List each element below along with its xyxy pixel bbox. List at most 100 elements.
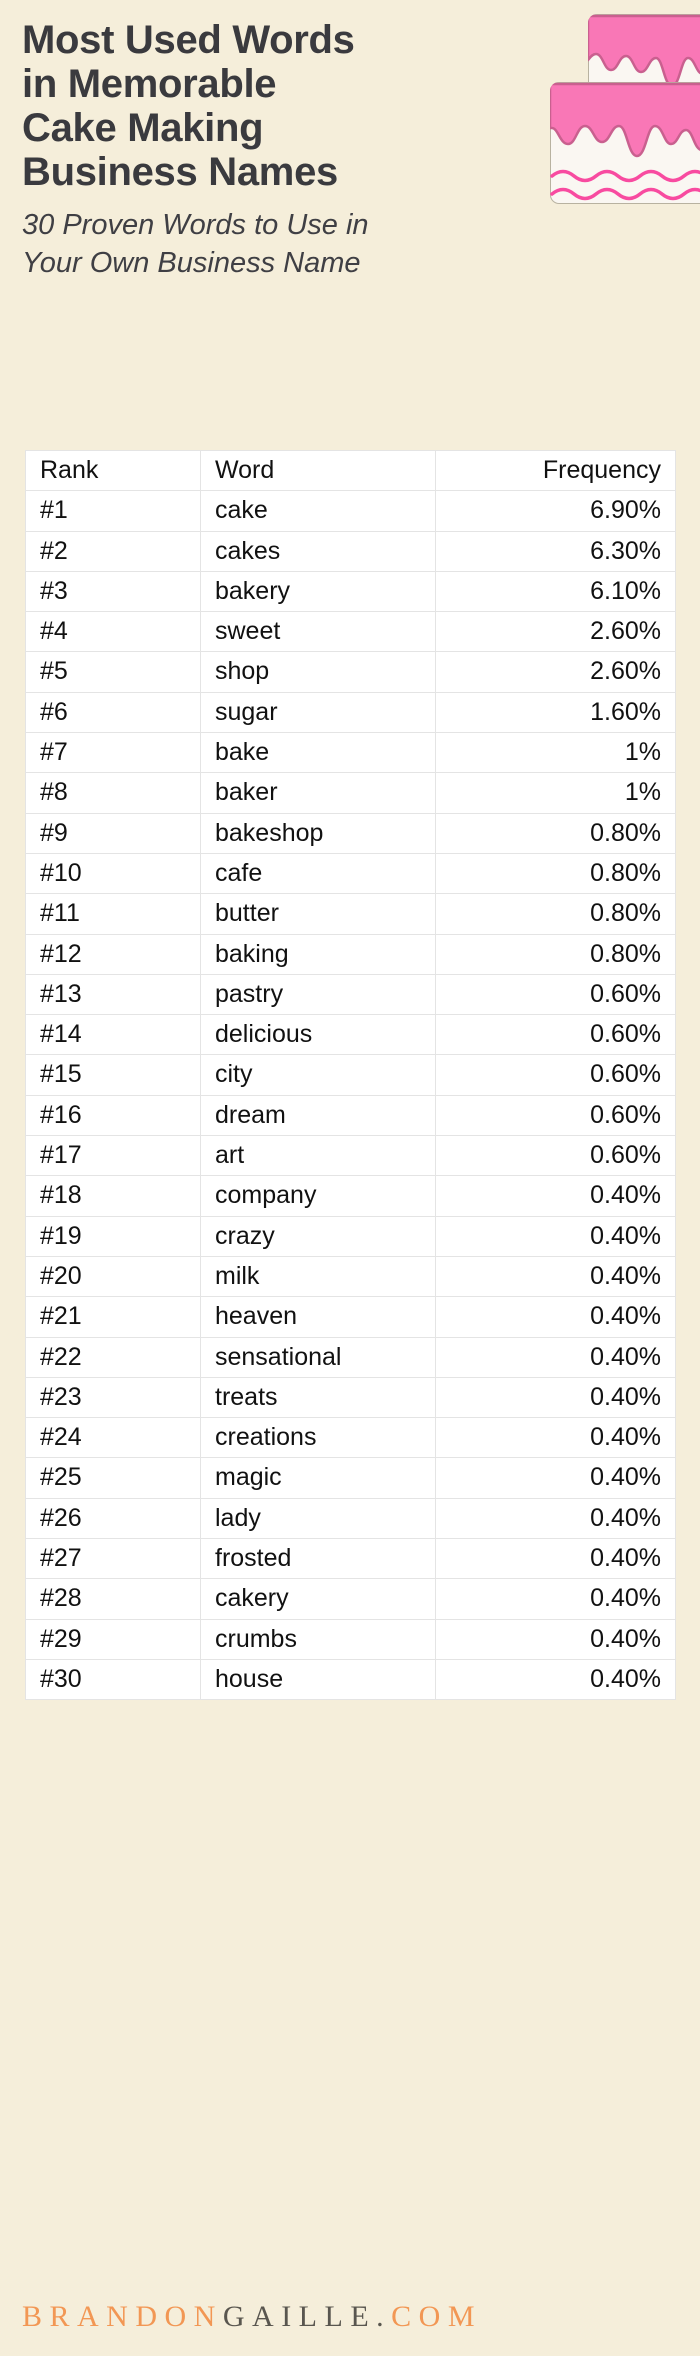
cell-word: crazy (200, 1215, 436, 1257)
table-row: #26 lady 0.40% (25, 1497, 676, 1540)
table-row: #11 butter 0.80% (25, 893, 676, 935)
cell-frequency: 0.80% (435, 812, 676, 854)
cell-rank: #15 (25, 1054, 201, 1096)
cell-rank: #9 (25, 812, 201, 854)
cell-rank: #24 (25, 1417, 201, 1459)
table-row: #14 delicious 0.60% (25, 1014, 676, 1056)
cell-rank: #13 (25, 973, 201, 1016)
cell-rank: #2 (25, 530, 201, 572)
cell-frequency: 0.80% (435, 933, 676, 975)
cell-frequency: 0.40% (435, 1618, 676, 1660)
table-row: #30 house 0.40% (25, 1658, 676, 1701)
cell-word: art (200, 1135, 436, 1177)
cell-word: cakes (200, 530, 436, 572)
cell-word: butter (200, 893, 436, 935)
cell-frequency: 0.40% (435, 1457, 676, 1499)
table-row: #1 cake 6.90% (25, 490, 676, 532)
cell-frequency: 1.60% (435, 691, 676, 734)
cell-word: treats (200, 1376, 436, 1419)
cell-word: crumbs (200, 1618, 436, 1660)
table-row: #27 frosted 0.40% (25, 1538, 676, 1580)
cell-rank: #26 (25, 1497, 201, 1540)
page-title-line-2: in Memorable (22, 62, 277, 106)
table-row: #4 sweet 2.60% (25, 611, 676, 653)
brand-part-brandon: BRANDON (22, 2300, 223, 2333)
cell-rank: #4 (25, 611, 201, 653)
table-row: #23 treats 0.40% (25, 1376, 676, 1419)
table-row: #19 crazy 0.40% (25, 1215, 676, 1257)
cell-word: bakery (200, 570, 436, 613)
cell-word: dream (200, 1094, 436, 1137)
cell-frequency: 0.40% (435, 1255, 676, 1298)
table-row: #25 magic 0.40% (25, 1457, 676, 1499)
cell-word: city (200, 1054, 436, 1096)
table-header-row: Rank Word Frequency (25, 449, 676, 492)
cell-rank: #28 (25, 1578, 201, 1620)
cell-rank: #20 (25, 1255, 201, 1298)
cell-frequency: 0.40% (435, 1376, 676, 1419)
table-row: #15 city 0.60% (25, 1054, 676, 1096)
layered-cake-icon (540, 14, 700, 204)
header: Most Used Words in Memorable Cake Making… (0, 0, 700, 300)
word-frequency-table: Rank Word Frequency #1 cake 6.90% #2 cakes 6.… (25, 449, 676, 1701)
cell-frequency: 0.40% (435, 1658, 676, 1701)
cell-rank: #19 (25, 1215, 201, 1257)
cell-word: frosted (200, 1538, 436, 1580)
cell-rank: #21 (25, 1296, 201, 1338)
cell-frequency: 1% (435, 732, 676, 774)
cell-rank: #18 (25, 1175, 201, 1217)
cell-word: baker (200, 772, 436, 814)
cell-word: sensational (200, 1336, 436, 1378)
cell-word: bakeshop (200, 812, 436, 854)
cell-frequency: 0.40% (435, 1296, 676, 1338)
page-subtitle-line-1: 30 Proven Words to Use in (22, 209, 369, 241)
cell-rank: #1 (25, 490, 201, 532)
cell-word: heaven (200, 1296, 436, 1338)
cell-word: sugar (200, 691, 436, 734)
table-row: #7 bake 1% (25, 732, 676, 774)
cell-frequency: 0.40% (435, 1336, 676, 1378)
column-header-frequency: Frequency (435, 449, 676, 492)
cell-frequency: 1% (435, 772, 676, 814)
cell-word: magic (200, 1457, 436, 1499)
cell-word: delicious (200, 1014, 436, 1056)
cell-word: house (200, 1658, 436, 1701)
table-row: #20 milk 0.40% (25, 1255, 676, 1298)
brand-part-com: COM (391, 2300, 483, 2333)
page-title-line-3: Cake Making (22, 106, 264, 150)
page-title-line-1: Most Used Words (22, 18, 355, 62)
cell-word: cafe (200, 852, 436, 895)
cell-rank: #17 (25, 1135, 201, 1177)
table-row: #9 bakeshop 0.80% (25, 812, 676, 854)
cell-frequency: 0.60% (435, 1014, 676, 1056)
cell-frequency: 6.30% (435, 530, 676, 572)
table-row: #2 cakes 6.30% (25, 530, 676, 572)
cell-frequency: 6.10% (435, 570, 676, 613)
table-row: #3 bakery 6.10% (25, 570, 676, 613)
cell-word: milk (200, 1255, 436, 1298)
cell-word: lady (200, 1497, 436, 1540)
cell-frequency: 0.40% (435, 1578, 676, 1620)
cell-rank: #6 (25, 691, 201, 734)
cell-frequency: 0.60% (435, 1054, 676, 1096)
cell-frequency: 2.60% (435, 611, 676, 653)
table-row: #22 sensational 0.40% (25, 1336, 676, 1378)
cell-frequency: 0.60% (435, 1094, 676, 1137)
cell-frequency: 6.90% (435, 490, 676, 532)
column-header-word: Word (200, 449, 436, 492)
cell-word: sweet (200, 611, 436, 653)
cell-word: company (200, 1175, 436, 1217)
table-row: #17 art 0.60% (25, 1135, 676, 1177)
cell-frequency: 0.40% (435, 1497, 676, 1540)
table-row: #5 shop 2.60% (25, 651, 676, 693)
cell-frequency: 0.60% (435, 1135, 676, 1177)
cell-frequency: 0.40% (435, 1417, 676, 1459)
site-branding: BRANDONGAILLE.COM (22, 2300, 682, 2334)
word-frequency-table-container: Rank Word Frequency #1 cake 6.90% #2 cakes 6.… (25, 449, 676, 1701)
cell-frequency: 0.60% (435, 973, 676, 1016)
cell-rank: #14 (25, 1014, 201, 1056)
cell-rank: #22 (25, 1336, 201, 1378)
cell-frequency: 2.60% (435, 651, 676, 693)
cell-rank: #3 (25, 570, 201, 613)
cell-frequency: 0.80% (435, 893, 676, 935)
